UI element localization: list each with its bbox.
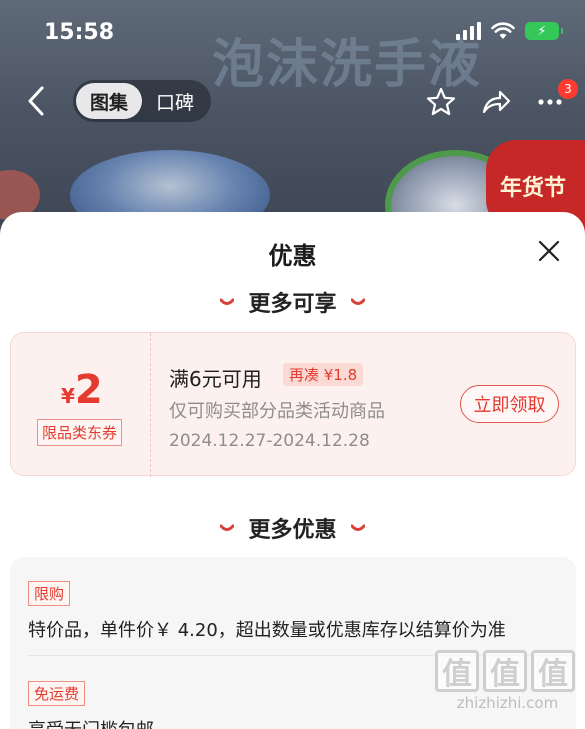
watermark-logo: 值 值 值 <box>435 650 580 692</box>
status-icons: ⚡ <box>456 22 563 40</box>
claim-coupon-button[interactable]: 立即领取 <box>460 385 559 423</box>
site-watermark: 值 值 值 zhizhizhi.com <box>435 650 580 712</box>
coupon-description: 仅可购买部分品类活动商品 <box>169 401 385 422</box>
tab-gallery[interactable]: 图集 <box>76 83 142 119</box>
coupon-card: ¥2 限品类东券 满6元可用 再凑 ¥1.8 仅可购买部分品类活动商品 2024… <box>10 332 576 477</box>
section-header-more-discounts: 更多优惠 <box>0 512 585 544</box>
share-icon[interactable] <box>480 86 512 118</box>
smile-decoration-icon <box>220 298 235 305</box>
section-title: 更多可享 <box>248 292 337 317</box>
coupon-topup-tag[interactable]: 再凑 ¥1.8 <box>283 363 364 386</box>
smile-decoration-icon <box>350 524 365 531</box>
gallery-tab-switch: 图集 口碑 <box>73 80 211 122</box>
tab-reviews[interactable]: 口碑 <box>142 83 208 119</box>
festival-badge-label: 年货节 <box>500 175 567 201</box>
sheet-title: 优惠 <box>268 242 317 270</box>
status-time: 15:58 <box>44 20 115 45</box>
coupon-currency: ¥ <box>61 384 75 408</box>
coupon-condition: 满6元可用 <box>169 367 262 391</box>
coupon-value: 2 <box>74 367 103 413</box>
battery-charging-icon: ⚡ <box>525 22 563 40</box>
close-icon[interactable] <box>538 240 560 262</box>
cellular-signal-icon <box>456 22 481 40</box>
coupon-value-panel: ¥2 限品类东券 <box>11 333 151 477</box>
promo-tag: 限购 <box>28 581 71 606</box>
list-item: 免运费 享受无门槛包邮 <box>28 681 154 729</box>
wifi-icon <box>491 22 515 39</box>
coupon-amount: ¥2 <box>61 367 103 413</box>
list-item: 限购 特价品，单件价￥ 4.20，超出数量或优惠库存以结算价为准 <box>28 581 506 642</box>
smile-decoration-icon <box>350 298 365 305</box>
promo-text: 享受无门槛包邮 <box>28 716 154 729</box>
coupon-validity: 2024.12.27-2024.12.28 <box>169 431 370 451</box>
back-arrow-icon[interactable] <box>22 84 52 118</box>
promo-tag: 免运费 <box>28 681 86 706</box>
coupon-category-tag: 限品类东券 <box>37 419 123 446</box>
watermark-url: zhizhizhi.com <box>456 694 559 712</box>
promo-text: 特价品，单件价￥ 4.20，超出数量或优惠库存以结算价为准 <box>28 620 506 641</box>
section-header-more-available: 更多可享 <box>0 286 585 318</box>
notification-badge: 3 <box>558 79 578 99</box>
star-favorite-icon[interactable] <box>425 86 457 118</box>
section-title: 更多优惠 <box>248 518 337 543</box>
smile-decoration-icon <box>220 524 235 531</box>
